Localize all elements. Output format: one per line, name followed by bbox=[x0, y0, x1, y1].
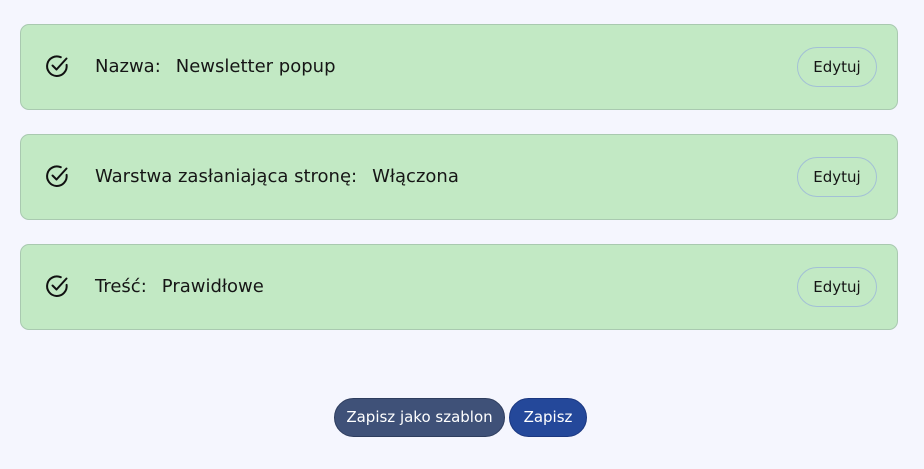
edit-content-button[interactable]: Edytuj bbox=[797, 267, 877, 307]
check-circle-icon bbox=[45, 54, 69, 78]
section-text: Warstwa zasłaniająca stronę: Włączona bbox=[95, 135, 459, 219]
section-value: Prawidłowe bbox=[161, 276, 264, 297]
section-card-content: Treść: Prawidłowe Edytuj bbox=[20, 244, 898, 330]
edit-overlay-button[interactable]: Edytuj bbox=[797, 157, 877, 197]
check-circle-icon bbox=[45, 274, 69, 298]
section-label: Treść: bbox=[95, 276, 147, 297]
section-label: Nazwa: bbox=[95, 56, 161, 77]
section-text: Nazwa: Newsletter popup bbox=[95, 25, 336, 109]
edit-name-button[interactable]: Edytuj bbox=[797, 47, 877, 87]
section-value: Newsletter popup bbox=[175, 56, 336, 77]
section-card-overlay: Warstwa zasłaniająca stronę: Włączona Edy… bbox=[20, 134, 898, 220]
section-card-name: Nazwa: Newsletter popup Edytuj bbox=[20, 24, 898, 110]
save-as-template-button[interactable]: Zapisz jako szablon bbox=[334, 398, 505, 437]
section-text: Treść: Prawidłowe bbox=[95, 245, 264, 329]
section-value: Włączona bbox=[372, 166, 459, 187]
save-button[interactable]: Zapisz bbox=[509, 398, 587, 437]
section-label: Warstwa zasłaniająca stronę: bbox=[95, 166, 358, 187]
check-circle-icon bbox=[45, 164, 69, 188]
